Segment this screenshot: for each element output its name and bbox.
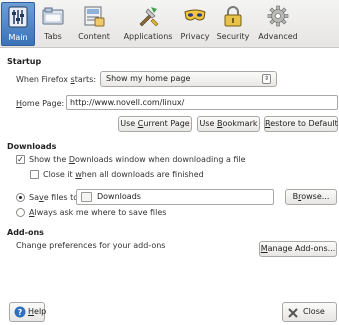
chevron-updown-icon: ⇕ bbox=[262, 74, 271, 84]
tab-main-label: Main bbox=[8, 33, 28, 42]
main-panel-icon bbox=[7, 6, 29, 28]
tab-privacy[interactable]: Privacy bbox=[178, 2, 212, 46]
content-icon bbox=[83, 5, 105, 27]
show-downloads-window-checkbox[interactable]: ✓ bbox=[16, 155, 25, 164]
home-page-input[interactable]: http://www.novell.com/linux/ bbox=[66, 95, 338, 110]
close-icon bbox=[288, 307, 298, 325]
tab-advanced[interactable]: Advanced bbox=[255, 2, 301, 46]
tab-privacy-label: Privacy bbox=[180, 32, 210, 41]
tab-main[interactable]: Main bbox=[1, 2, 35, 46]
svg-text:?: ? bbox=[18, 308, 23, 317]
tabs-icon bbox=[42, 5, 64, 27]
help-button[interactable]: ? Help bbox=[9, 302, 46, 325]
use-bookmark-button[interactable]: Use Bookmark bbox=[197, 116, 260, 132]
addons-description: Change preferences for your add-ons bbox=[16, 241, 166, 250]
applications-icon bbox=[137, 5, 159, 27]
tab-security-label: Security bbox=[216, 32, 250, 41]
download-folder-name: Downloads bbox=[97, 192, 141, 201]
download-folder-field[interactable]: Downloads bbox=[76, 189, 274, 205]
folder-icon bbox=[81, 192, 92, 202]
when-firefox-starts-label: When Firefox starts: bbox=[16, 75, 97, 84]
tab-security[interactable]: Security bbox=[214, 2, 252, 46]
close-button-label: Close bbox=[303, 307, 325, 316]
help-icon: ? bbox=[14, 306, 26, 325]
tab-tabs[interactable]: Tabs bbox=[38, 2, 68, 46]
tab-tabs-label: Tabs bbox=[44, 32, 62, 41]
close-when-finished-checkbox[interactable] bbox=[30, 170, 39, 179]
save-files-to-radio[interactable] bbox=[16, 193, 25, 202]
tab-applications[interactable]: Applications bbox=[120, 2, 176, 46]
home-page-label: Home Page: bbox=[16, 99, 65, 108]
gear-icon bbox=[267, 5, 289, 27]
always-ask-radio[interactable] bbox=[16, 208, 25, 217]
startup-action-select[interactable]: Show my home page ⇕ bbox=[100, 71, 277, 87]
tab-applications-label: Applications bbox=[123, 32, 173, 41]
browse-button[interactable]: Browse... bbox=[285, 189, 337, 205]
save-files-to-label: Save files to bbox=[29, 193, 79, 202]
always-ask-label: Always ask me where to save files bbox=[29, 208, 167, 217]
manage-addons-button[interactable]: Manage Add-ons... bbox=[259, 241, 337, 257]
startup-heading: Startup bbox=[7, 57, 42, 66]
show-downloads-window-label: Show the Downloads window when downloadi… bbox=[29, 155, 246, 164]
preferences-toolbar: Main Tabs Content Applications Privacy S… bbox=[0, 0, 339, 48]
startup-action-value: Show my home page bbox=[106, 74, 191, 83]
padlock-icon bbox=[222, 5, 244, 27]
tab-advanced-label: Advanced bbox=[258, 32, 298, 41]
tab-content[interactable]: Content bbox=[71, 2, 117, 46]
close-when-finished-label: Close it when all downloads are finished bbox=[43, 170, 204, 179]
tab-content-label: Content bbox=[78, 32, 110, 41]
restore-to-default-button[interactable]: Restore to Default bbox=[264, 116, 338, 132]
use-current-page-button[interactable]: Use Current Page bbox=[118, 116, 192, 132]
privacy-mask-icon bbox=[184, 5, 206, 27]
close-button[interactable]: Close bbox=[282, 302, 337, 322]
addons-heading: Add-ons bbox=[7, 228, 44, 237]
downloads-heading: Downloads bbox=[7, 142, 57, 151]
